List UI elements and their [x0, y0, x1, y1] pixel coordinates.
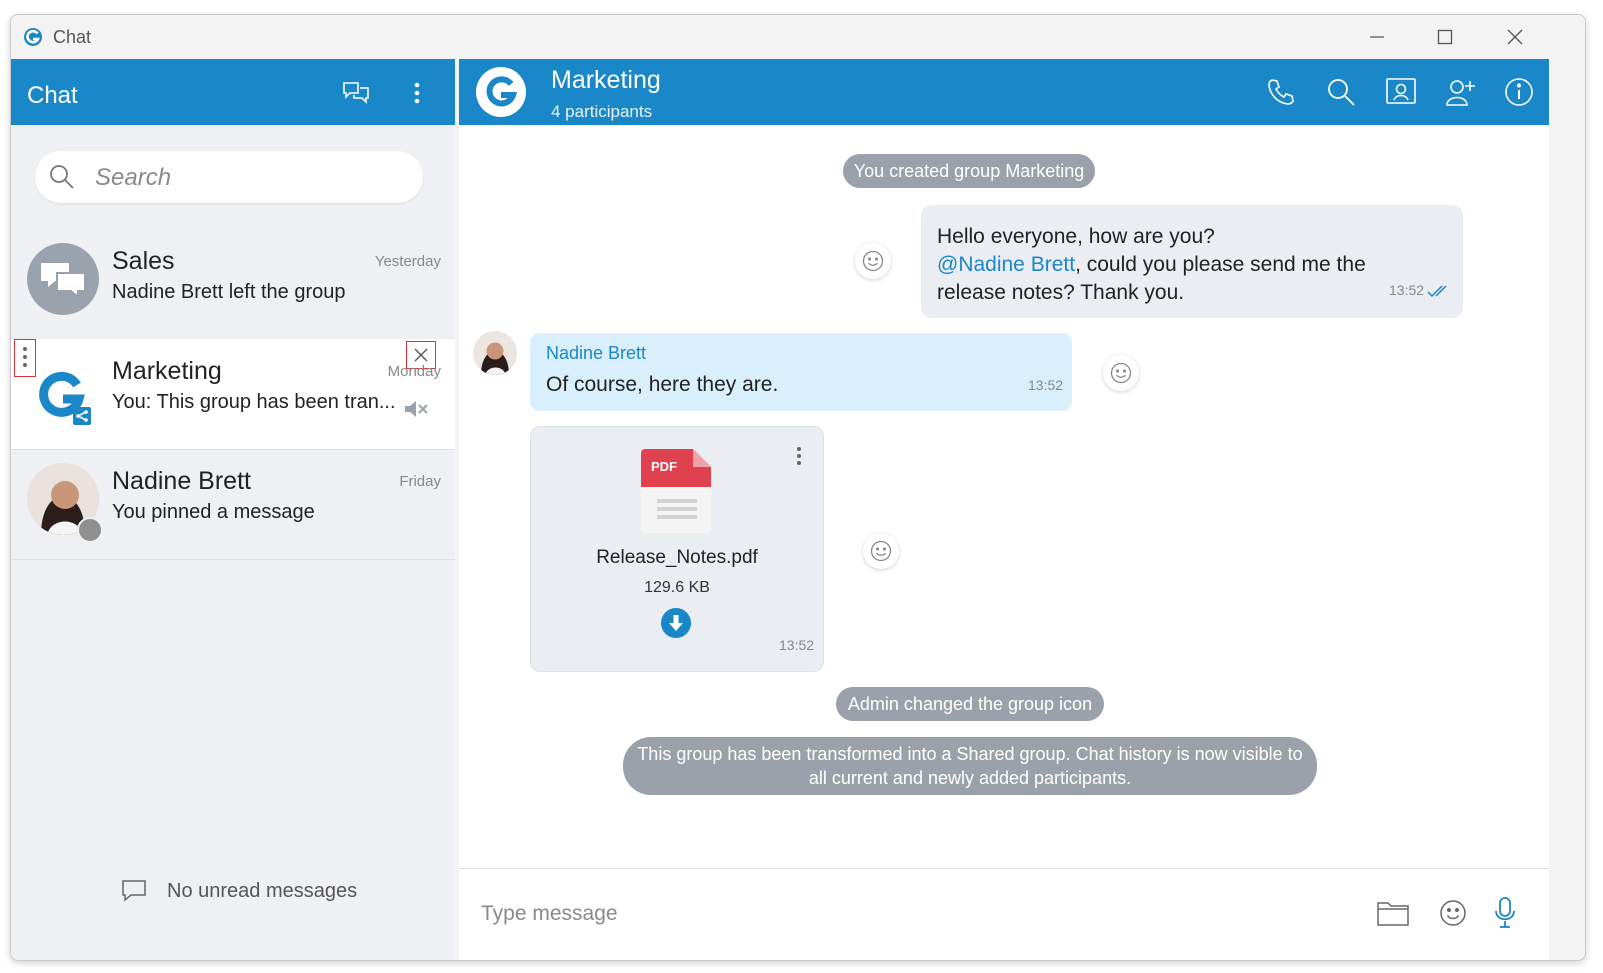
presence-status-dot [77, 517, 103, 543]
conversation-time: Yesterday [374, 253, 441, 270]
conversation-sidebar: Chat Search Sales Yesterday Nadine Brett… [11, 59, 455, 960]
chat-info-button[interactable] [1503, 76, 1535, 108]
more-vertical-icon [414, 82, 420, 104]
minimize-button[interactable] [1363, 25, 1391, 49]
mention-link[interactable]: @Nadine Brett [937, 253, 1075, 276]
read-receipt-icon [1427, 285, 1447, 298]
conversation-item-marketing[interactable]: Marketing Monday You: This group has bee… [11, 339, 455, 450]
microphone-icon [1495, 897, 1515, 928]
app-window: Chat Chat Search Sales Yesterday Nadine … [10, 14, 1586, 961]
search-icon [1328, 79, 1355, 106]
message-line: Hello everyone, how are you? [937, 225, 1215, 248]
sidebar-title: Chat [27, 82, 78, 109]
conversation-name: Marketing [112, 357, 222, 385]
contact-card-icon [1386, 78, 1416, 104]
search-input[interactable] [93, 161, 407, 195]
emoji-icon [1440, 900, 1466, 926]
conversation-preview: Nadine Brett left the group [112, 281, 346, 303]
message-icon [122, 880, 146, 902]
sidebar-more-button[interactable] [407, 78, 427, 108]
system-message: Admin changed the group icon [836, 687, 1104, 721]
minimize-icon [1370, 36, 1384, 38]
sender-avatar[interactable] [473, 331, 517, 375]
pdf-file-icon: PDF [641, 449, 711, 533]
message-line: , could you please send me the [1075, 253, 1366, 276]
call-button[interactable] [1265, 76, 1297, 108]
file-name: Release_Notes.pdf [596, 547, 758, 568]
react-button[interactable] [863, 533, 899, 569]
attach-file-button[interactable] [1373, 893, 1413, 933]
title-bar: Chat [11, 15, 1585, 59]
brand-logo-icon [477, 68, 525, 116]
file-type-label: PDF [651, 459, 677, 474]
voice-message-button[interactable] [1485, 893, 1525, 933]
conversation-name: Sales [112, 247, 175, 275]
chat-title: Marketing [551, 66, 661, 94]
phone-icon [1268, 79, 1294, 105]
more-vertical-icon [23, 347, 27, 367]
emoji-icon [1110, 362, 1132, 384]
chat-header: Marketing 4 participants [459, 59, 1549, 125]
message-line: release notes? Thank you. [937, 281, 1185, 304]
add-participant-button[interactable] [1445, 76, 1477, 108]
folder-icon [1377, 902, 1409, 926]
download-button[interactable] [661, 608, 691, 638]
close-window-button[interactable] [1501, 25, 1529, 49]
conversation-name: Nadine Brett [112, 467, 251, 495]
message-text: Hello everyone, how are you? @Nadine Bre… [937, 223, 1377, 307]
search-bar [35, 151, 423, 203]
search-messages-button[interactable] [1325, 76, 1357, 108]
close-icon [1507, 29, 1523, 45]
maximize-button[interactable] [1431, 25, 1459, 49]
system-message: This group has been transformed into a S… [623, 737, 1317, 795]
chat-panel: Marketing 4 participants You created gro… [459, 59, 1549, 960]
conversation-preview: You pinned a message [112, 501, 315, 523]
conversation-item-nadine-brett[interactable]: Nadine Brett Friday You pinned a message [11, 449, 455, 560]
outgoing-message[interactable]: Hello everyone, how are you? @Nadine Bre… [921, 205, 1463, 318]
app-logo-icon [24, 28, 42, 46]
person-photo [473, 331, 517, 375]
info-icon [1505, 78, 1533, 106]
message-time: 13:52 [1389, 282, 1425, 298]
chat-bubbles-icon [41, 263, 86, 300]
brand-logo-icon [39, 371, 91, 425]
group-avatar[interactable] [476, 67, 526, 117]
conversation-item-sales[interactable]: Sales Yesterday Nadine Brett left the gr… [11, 229, 455, 340]
more-vertical-icon[interactable] [795, 445, 803, 467]
conversation-preview: You: This group has been tran... [112, 391, 396, 413]
conversation-time: Friday [399, 473, 441, 490]
message-input[interactable] [479, 893, 1343, 935]
emoji-picker-button[interactable] [1433, 893, 1473, 933]
file-size: 129.6 KB [644, 579, 710, 596]
conversation-time: Monday [387, 363, 441, 380]
download-icon [669, 615, 683, 631]
maximize-icon [1437, 29, 1453, 45]
message-text: Of course, here they are. [546, 373, 779, 396]
new-chat-icon [343, 82, 369, 104]
mute-icon [405, 401, 428, 417]
emoji-icon [862, 250, 884, 272]
participants-count[interactable]: 4 participants [551, 102, 652, 122]
message-time: 13:52 [779, 637, 815, 653]
message-composer [459, 868, 1549, 960]
incoming-message[interactable]: Nadine Brett Of course, here they are. 1… [530, 333, 1072, 411]
emoji-icon [870, 540, 892, 562]
unread-status-text: No unread messages [167, 879, 358, 902]
group-avatar [27, 243, 99, 315]
sender-name[interactable]: Nadine Brett [546, 343, 646, 364]
add-user-icon [1446, 80, 1475, 106]
message-time: 13:52 [1028, 377, 1064, 393]
share-screen-button[interactable] [1385, 76, 1417, 108]
react-button[interactable] [855, 243, 891, 279]
file-attachment[interactable]: PDF Release_Notes.pdf 129.6 KB 13:52 [530, 426, 824, 672]
group-avatar [33, 365, 93, 425]
search-icon [50, 165, 74, 189]
system-message: You created group Marketing [843, 154, 1095, 188]
sidebar-header: Chat [11, 59, 455, 125]
unread-status: No unread messages [121, 879, 357, 903]
react-button[interactable] [1103, 355, 1139, 391]
new-chat-button[interactable] [341, 78, 371, 108]
window-title: Chat [53, 27, 92, 47]
